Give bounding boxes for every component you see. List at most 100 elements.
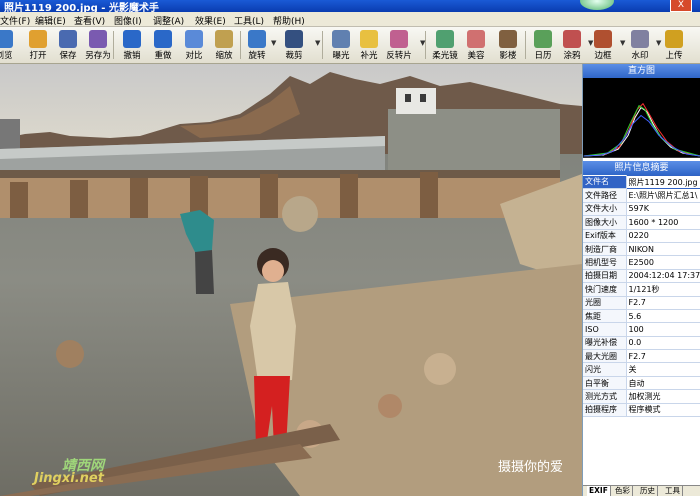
redo-icon xyxy=(154,30,172,48)
toolbar-label: 美容 xyxy=(467,51,485,61)
exif-row[interactable]: 光圈 F2.7 xyxy=(583,296,700,310)
save-as-icon xyxy=(89,30,107,48)
upload-icon xyxy=(665,30,683,48)
toolbar-calendar-button[interactable]: 日历 xyxy=(532,28,554,63)
exif-row[interactable]: 文件路径 E:\照片\照片汇总1\ xyxy=(583,188,700,203)
exif-row[interactable]: 拍摄日期2004:12:04 17:37:33 xyxy=(583,269,700,284)
fill-light-icon xyxy=(360,30,378,48)
exif-row[interactable]: 焦距 5.6 xyxy=(583,309,700,324)
exif-key: 文件路径 xyxy=(583,188,627,203)
crop-icon xyxy=(285,30,303,48)
toolbar-doodle-button[interactable]: 涂鸦 xyxy=(561,28,583,63)
exif-row[interactable]: 相机型号 E2500 xyxy=(583,255,700,270)
exif-row[interactable]: 白平衡 自动 xyxy=(583,376,700,391)
close-button[interactable]: X xyxy=(670,0,692,12)
exif-key: ISO xyxy=(583,322,627,337)
dropdown-arrow-icon[interactable]: ▼ xyxy=(315,39,320,47)
toolbar-watermark-button[interactable]: 水印 xyxy=(629,28,651,63)
toolbar-open-folder-button[interactable]: 打开 xyxy=(27,28,49,63)
menu-item[interactable]: 帮助(H) xyxy=(273,14,305,27)
toolbar-exposure-button[interactable]: 曝光 xyxy=(330,28,352,63)
dropdown-arrow-icon[interactable]: ▼ xyxy=(271,39,276,47)
toolbar-save-as-button[interactable]: 另存为 xyxy=(85,28,111,63)
exif-value: E:\照片\照片汇总1\ xyxy=(626,188,700,203)
menu-item[interactable]: 效果(E) xyxy=(195,14,226,27)
toolbar-rotate-button[interactable]: 旋转 xyxy=(245,28,269,63)
toolbar: 浏览 打开 保存另存为 撤销 重做 对比 缩放 旋转 裁剪 曝光补光反转片 柔光镜美容 影楼 日历 涂鸦 边… xyxy=(0,27,700,64)
dropdown-arrow-icon[interactable]: ▼ xyxy=(656,39,661,47)
dropdown-arrow-icon[interactable]: ▼ xyxy=(620,39,625,47)
menu-item[interactable]: 工具(L) xyxy=(234,14,264,27)
exif-row[interactable]: 文件名 照片1119 200.jpg xyxy=(583,174,700,190)
exif-row[interactable]: Exif版本 0220 xyxy=(583,229,700,243)
exif-key: 焦距 xyxy=(583,309,627,324)
panel-tab[interactable]: EXIF xyxy=(587,486,611,496)
toolbar-beauty-button[interactable]: 美容 xyxy=(464,28,488,63)
save-icon xyxy=(59,30,77,48)
photo-viewer[interactable]: 靖西网 Jingxi.net 摄摄你的爱 xyxy=(0,64,582,496)
toolbar-frame-button[interactable]: 边框 xyxy=(592,28,614,63)
exif-key: 制造厂商 xyxy=(583,242,627,257)
exif-key: 测光方式 xyxy=(583,389,627,404)
exif-row[interactable]: 图像大小 1600 * 1200 xyxy=(583,215,700,230)
toolbar-upload-button[interactable]: 上传 xyxy=(663,28,685,63)
panel-tab[interactable]: 工具 xyxy=(663,486,683,496)
exif-row[interactable]: 文件大小 597K xyxy=(583,202,700,217)
toolbar-label: 浏览 xyxy=(0,51,13,61)
toolbar-crop-button[interactable]: 裁剪 xyxy=(282,28,306,63)
browse-icon xyxy=(0,30,13,48)
toolbar-redo-button[interactable]: 重做 xyxy=(152,28,174,63)
calendar-icon xyxy=(534,30,552,48)
exif-value: NIKON xyxy=(626,242,700,257)
photo-info-title: 照片信息摘要 xyxy=(583,161,700,175)
exif-row[interactable]: 闪光关 xyxy=(583,362,700,377)
menu-item[interactable]: 调整(A) xyxy=(153,14,184,27)
toolbar-undo-button[interactable]: 撤销 xyxy=(120,28,144,63)
menu-item[interactable]: 查看(V) xyxy=(74,14,105,27)
exif-row[interactable]: 制造厂商 NIKON xyxy=(583,242,700,257)
toolbar-label: 另存为 xyxy=(85,51,111,61)
exif-key: 文件大小 xyxy=(583,202,627,217)
toolbar-compare-button[interactable]: 对比 xyxy=(183,28,205,63)
toolbar-separator xyxy=(525,31,526,59)
exif-row[interactable]: 最大光圈 F2.7 xyxy=(583,349,700,364)
toolbar-save-button[interactable]: 保存 xyxy=(57,28,79,63)
photo-caption: 摄摄你的爱 xyxy=(498,460,564,475)
exif-key: 图像大小 xyxy=(583,215,627,230)
exif-row[interactable]: 拍摄程序 程序模式 xyxy=(583,403,700,418)
exif-row[interactable]: 测光方式 加权测光 xyxy=(583,389,700,404)
toolbar-fill-light-button[interactable]: 补光 xyxy=(358,28,380,63)
menu-item[interactable]: 编辑(E) xyxy=(35,14,66,27)
exif-row[interactable]: 快门速度 1/121秒 xyxy=(583,282,700,297)
dropdown-arrow-icon[interactable]: ▼ xyxy=(420,39,425,47)
exif-row[interactable]: ISO 100 xyxy=(583,322,700,337)
toolbar-label: 影楼 xyxy=(499,51,517,61)
toolbar-browse-button[interactable]: 浏览 xyxy=(0,28,16,63)
toolbar-label: 曝光 xyxy=(332,51,350,61)
toolbar-zoom-button[interactable]: 缩放 xyxy=(213,28,235,63)
exif-row[interactable]: 曝光补偿 0.0 xyxy=(583,336,700,351)
menu-bar: 文件(F) 编辑(E) 查看(V) 图像(I) 调整(A) 效果(E) 工具(L) 帮助(H) xyxy=(0,12,700,27)
exif-value: 5.6 xyxy=(626,309,700,324)
toolbar-label: 反转片 xyxy=(386,51,412,61)
toolbar-studio-button[interactable]: 影楼 xyxy=(496,28,520,63)
exif-value: 100 xyxy=(626,322,700,337)
toolbar-label: 重做 xyxy=(154,51,172,61)
menu-item[interactable]: 文件(F) xyxy=(0,14,30,27)
exif-table: 文件名 照片1119 200.jpg 文件路径 E:\照片\照片汇总1\ 文件大小 597… xyxy=(583,174,700,418)
toolbar-label: 撤销 xyxy=(123,51,141,61)
toolbar-label: 打开 xyxy=(29,51,47,61)
toolbar-reversal-film-button[interactable]: 反转片 xyxy=(385,28,413,63)
exif-value: 加权测光 xyxy=(626,389,700,404)
toolbar-label: 水印 xyxy=(631,51,649,61)
toolbar-separator xyxy=(113,31,114,59)
exif-value: 0220 xyxy=(626,229,700,243)
reversal-film-icon xyxy=(390,30,408,48)
exif-key: 拍摄日期 xyxy=(583,269,627,284)
toolbar-soft-focus-button[interactable]: 柔光镜 xyxy=(432,28,458,63)
panel-tab[interactable]: 历史 xyxy=(638,486,658,496)
panel-tab[interactable]: 色彩 xyxy=(613,486,633,496)
menu-item[interactable]: 图像(I) xyxy=(114,14,142,27)
dropdown-arrow-icon[interactable]: ▼ xyxy=(588,39,593,47)
toolbar-label: 柔光镜 xyxy=(432,51,458,61)
